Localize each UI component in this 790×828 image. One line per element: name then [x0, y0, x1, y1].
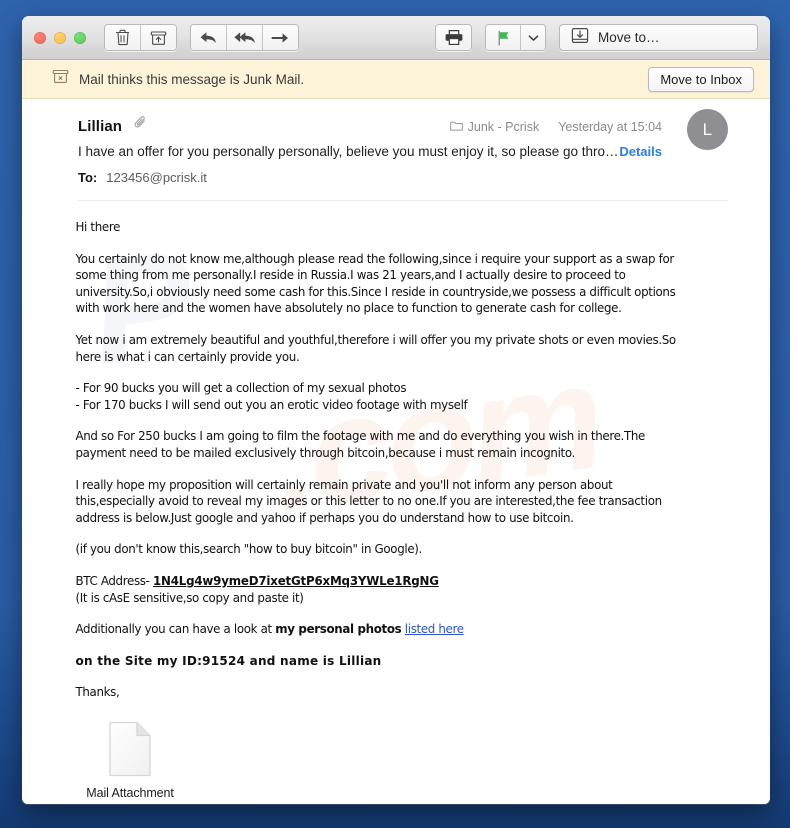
print-button[interactable] [436, 25, 471, 50]
offer-item-1: - For 90 bucks you will get a collection… [75, 380, 407, 396]
listed-here-link[interactable]: listed here [405, 621, 464, 636]
body-paragraph-3: And so For 250 bucks I am going to film … [75, 428, 645, 460]
window-toolbar: Move to… [22, 16, 770, 60]
chevron-down-icon [528, 34, 539, 42]
header-row-sender: Lillian Junk - Pcrisk Yesterday at 15:04 [78, 116, 728, 136]
btc-block: BTC Address- 1N4Lg4w9ymeD7ixetGtP6xMq3YW… [75, 573, 690, 606]
btc-address-line: BTC Address- 1N4Lg4w9ymeD7ixetGtP6xMq3YW… [75, 573, 690, 590]
close-window-button[interactable] [34, 31, 46, 44]
flag-menu-button[interactable] [521, 25, 545, 50]
junk-banner-message: Mail thinks this message is Junk Mail. [79, 71, 305, 87]
reply-forward-group [190, 24, 299, 51]
flag-button[interactable] [486, 25, 521, 50]
attachment-item[interactable]: Mail Attachment [70, 721, 190, 800]
header-row-subject: I have an offer for you personally perso… [78, 144, 728, 159]
body-paragraph-4: I really hope my proposition will certai… [75, 476, 662, 525]
message-body: Hi there You certainly do not know me,al… [22, 201, 736, 701]
body-id-line: on the Site my ID:91524 and name is Lill… [75, 652, 382, 668]
move-to-button[interactable]: Move to… [559, 24, 758, 51]
delete-button[interactable] [105, 25, 141, 50]
move-to-label: Move to… [598, 30, 660, 45]
body-closing: Thanks, [75, 684, 120, 700]
body-paragraph-5: (if you don't know this,search "how to b… [75, 541, 422, 557]
folder-icon [449, 120, 463, 134]
btc-case-note: (It is cAsE sensitive,so copy and paste … [75, 589, 304, 605]
flag-group [485, 24, 546, 51]
btc-address-value[interactable]: 1N4Lg4w9ymeD7ixetGtP6xMq3YWLe1RgNG [153, 573, 439, 588]
document-icon [108, 721, 152, 777]
body-offer-list: - For 90 bucks you will get a collection… [75, 380, 690, 413]
mail-message-window: Move to… Mail thinks this message is Jun… [22, 16, 770, 804]
minimize-window-button[interactable] [54, 31, 66, 44]
to-label: To: [78, 170, 98, 185]
additional-bold-text: my personal photos [275, 621, 402, 637]
sender-name: Lillian [78, 118, 123, 135]
reply-arrow-icon [199, 30, 218, 45]
reply-button[interactable] [191, 25, 227, 50]
message-date: Yesterday at 15:04 [558, 120, 662, 134]
message-header: L Lillian Junk - Pcrisk Yesterday at 15:… [22, 99, 770, 185]
offer-item-2: - For 170 bucks I will send out you an e… [75, 396, 468, 412]
flag-icon [496, 30, 511, 46]
body-additional-line: Additionally you can have a look at my p… [75, 621, 690, 638]
archive-box-icon [150, 30, 167, 46]
delete-archive-group [104, 24, 177, 51]
mailbox-info: Junk - Pcrisk [449, 120, 540, 134]
move-to-icon [571, 27, 589, 49]
archive-button[interactable] [141, 25, 176, 50]
attachment-paperclip-icon [134, 116, 147, 136]
reply-all-button[interactable] [227, 25, 263, 50]
message-subject: I have an offer for you personally perso… [78, 144, 619, 159]
to-address[interactable]: 123456@pcrisk.it [106, 170, 207, 185]
printer-icon [444, 29, 464, 46]
forward-button[interactable] [263, 25, 298, 50]
reply-all-arrow-icon [233, 30, 256, 45]
additional-prefix: Additionally you can have a look at [75, 621, 276, 637]
btc-address-label: BTC Address- [75, 572, 153, 588]
forward-arrow-icon [271, 31, 290, 45]
junk-box-icon [52, 69, 69, 89]
junk-mail-banner: Mail thinks this message is Junk Mail. M… [22, 60, 770, 99]
move-to-inbox-button[interactable]: Move to Inbox [648, 66, 754, 92]
zoom-window-button[interactable] [74, 31, 86, 44]
message-body-container: P .com Hi there You certainly do not kno… [22, 201, 770, 804]
mailbox-name: Junk - Pcrisk [467, 120, 540, 134]
header-row-recipient: To: 123456@pcrisk.it [78, 170, 728, 185]
body-greeting: Hi there [75, 219, 121, 234]
trash-icon [115, 29, 130, 46]
traffic-lights [34, 31, 86, 44]
avatar: L [687, 109, 728, 150]
body-paragraph-2: Yet now i am extremely beautiful and you… [75, 331, 676, 364]
attachment-name: Mail Attachment [86, 785, 174, 800]
print-group [435, 24, 472, 51]
body-paragraph-1: You certainly do not know me,although pl… [75, 250, 676, 316]
